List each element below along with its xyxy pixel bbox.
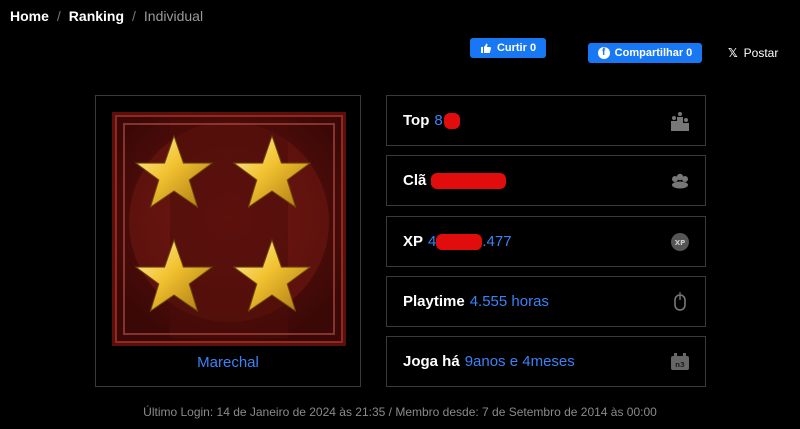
breadcrumb-ranking-link[interactable]: Ranking bbox=[69, 8, 124, 24]
redaction-mark bbox=[436, 233, 483, 250]
stat-clan: Clã bbox=[386, 155, 706, 206]
stat-top-value: 8 bbox=[434, 112, 443, 129]
facebook-share-button[interactable]: f Compartilhar 0 bbox=[588, 43, 702, 63]
post-label: Postar bbox=[743, 46, 779, 60]
stat-playtime-value: 4.555 horas bbox=[469, 293, 549, 310]
mouse-icon bbox=[669, 291, 691, 313]
x-post-button[interactable]: 𝕏 Postar bbox=[728, 43, 778, 63]
stat-playtime-label: Playtime bbox=[403, 293, 465, 310]
breadcrumb-home-link[interactable]: Home bbox=[10, 8, 49, 24]
calendar-icon: n3 bbox=[669, 351, 691, 373]
stat-joga: Joga há 9anos e 4meses n3 bbox=[386, 336, 706, 387]
four-stars-insignia-icon bbox=[112, 112, 346, 346]
stat-clan-label: Clã bbox=[403, 172, 427, 189]
thumbs-up-icon bbox=[480, 43, 491, 53]
redaction-mark bbox=[431, 172, 507, 189]
stat-playtime: Playtime 4.555 horas bbox=[386, 276, 706, 327]
facebook-like-button[interactable]: Curtir 0 bbox=[470, 38, 546, 58]
stat-joga-value: 9anos e 4meses bbox=[464, 353, 575, 370]
redaction-mark bbox=[443, 112, 460, 129]
stat-xp-label: XP bbox=[403, 233, 424, 250]
stat-top-label: Top bbox=[403, 112, 430, 129]
xp-badge-icon: XP bbox=[669, 231, 691, 253]
podium-icon bbox=[669, 110, 691, 132]
svg-text:n3: n3 bbox=[675, 361, 685, 369]
breadcrumb-separator: / bbox=[132, 8, 136, 24]
like-label: Curtir 0 bbox=[496, 42, 537, 54]
stat-xp: XP 4 .477 XP bbox=[386, 216, 706, 267]
breadcrumb-current: Individual bbox=[143, 8, 204, 24]
stat-top: Top 8 bbox=[386, 95, 706, 146]
breadcrumb: Home / Ranking / Individual bbox=[10, 8, 203, 24]
member-info-footer: Último Login: 14 de Janeiro de 2024 às 2… bbox=[143, 405, 657, 419]
facebook-icon: f bbox=[597, 47, 610, 59]
share-label: Compartilhar 0 bbox=[614, 47, 693, 59]
group-icon bbox=[669, 170, 691, 192]
x-logo-icon: 𝕏 bbox=[728, 46, 738, 60]
rank-card: Marechal bbox=[95, 95, 361, 387]
stat-xp-value-suffix: .477 bbox=[482, 233, 512, 250]
stat-joga-label: Joga há bbox=[403, 353, 460, 370]
breadcrumb-separator: / bbox=[56, 8, 61, 24]
stat-xp-value-prefix: 4 bbox=[428, 233, 437, 250]
svg-text:XP: XP bbox=[675, 239, 686, 247]
rank-name: Marechal bbox=[197, 354, 259, 371]
